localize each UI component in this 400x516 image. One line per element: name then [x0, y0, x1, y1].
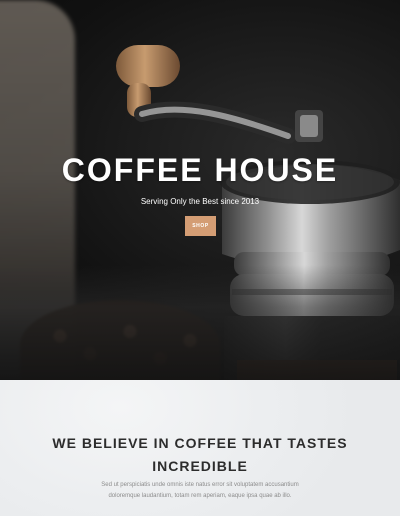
page: COFFEE HOUSE Serving Only the Best since…	[0, 0, 400, 516]
hero-title: COFFEE HOUSE	[61, 152, 339, 188]
hero-section: COFFEE HOUSE Serving Only the Best since…	[0, 0, 400, 380]
about-heading: WE BELIEVE IN COFFEE THAT TASTES INCREDI…	[0, 432, 400, 478]
about-description-line-2: doloremque laudantium, totam rem aperiam…	[108, 493, 292, 499]
hero-subtitle: Serving Only the Best since 2013	[140, 197, 260, 206]
about-section: WE BELIEVE IN COFFEE THAT TASTES INCREDI…	[0, 380, 400, 516]
about-heading-line-2: INCREDIBLE	[152, 458, 248, 474]
table-shadow	[0, 265, 400, 380]
about-description: Sed ut perspiciatis unde omnis iste natu…	[80, 480, 320, 502]
about-description-line-1: Sed ut perspiciatis unde omnis iste natu…	[101, 482, 299, 488]
about-heading-line-1: WE BELIEVE IN COFFEE THAT TASTES	[52, 435, 348, 451]
shop-button[interactable]: SHOP	[185, 216, 216, 236]
